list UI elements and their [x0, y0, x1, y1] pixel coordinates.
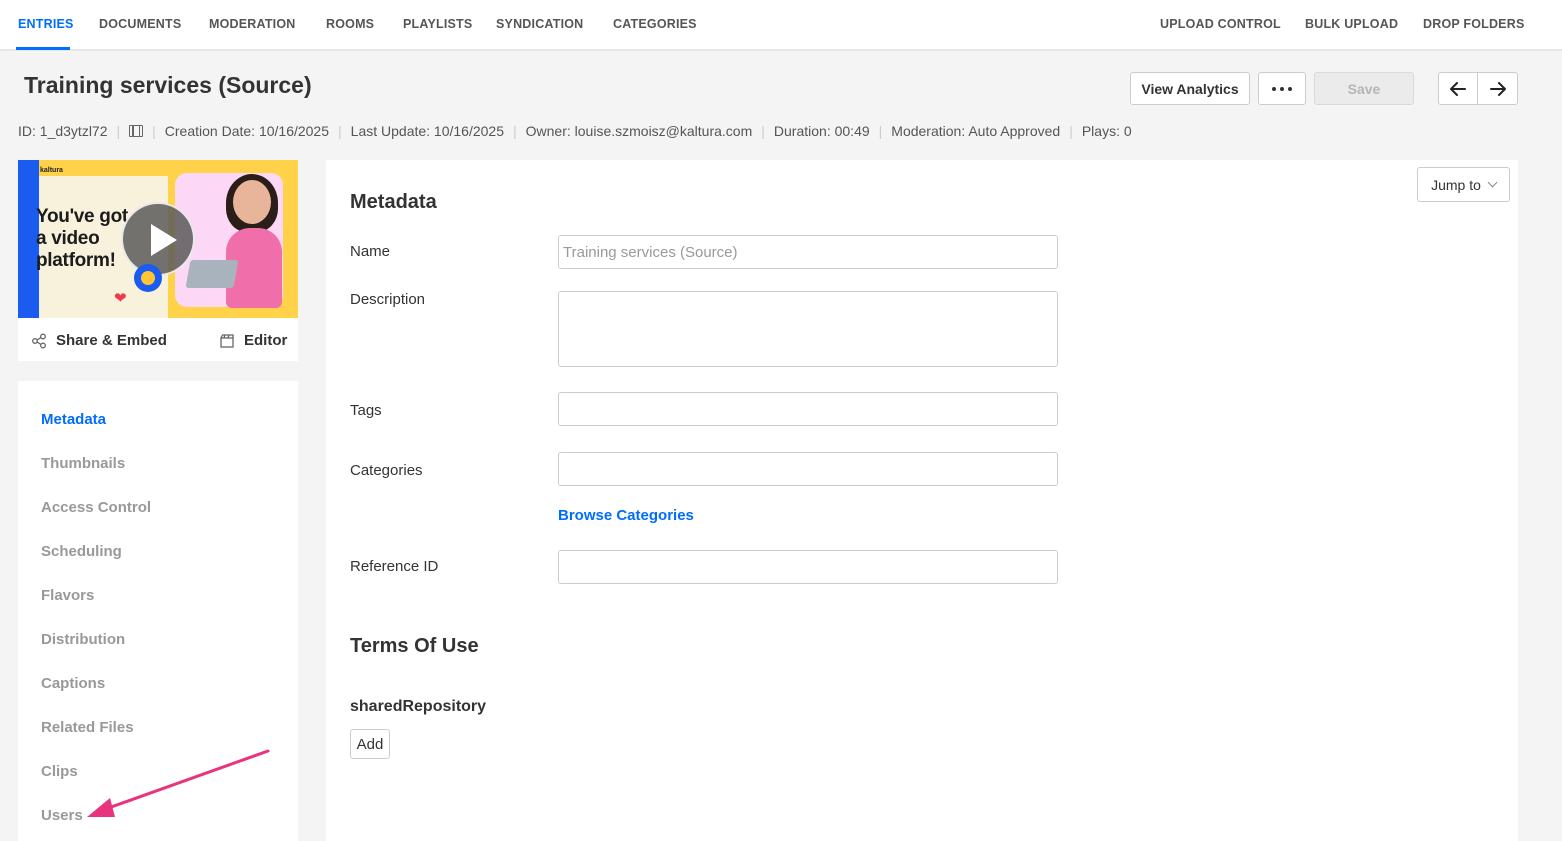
add-button[interactable]: Add	[350, 729, 390, 759]
creation-date: Creation Date: 10/16/2025	[164, 123, 330, 139]
kaltura-logo: kaltura	[40, 167, 63, 174]
jump-to-dropdown[interactable]: Jump to	[1417, 167, 1510, 202]
side-item-captions[interactable]: Captions	[41, 675, 105, 692]
arrow-left-icon	[1450, 81, 1466, 96]
nav-entries[interactable]: ENTRIES	[18, 17, 74, 31]
view-analytics-button[interactable]: View Analytics	[1130, 72, 1250, 105]
share-embed-button[interactable]: Share & Embed	[31, 332, 167, 349]
save-button[interactable]: Save	[1314, 72, 1414, 105]
more-dots-icon	[1272, 86, 1292, 91]
nav-categories[interactable]: CATEGORIES	[613, 17, 697, 31]
arrow-right-icon	[1489, 81, 1506, 96]
entry-meta-line: ID: 1_d3ytzl72 | | Creation Date: 10/16/…	[18, 123, 1132, 139]
nav-upload-control[interactable]: UPLOAD CONTROL	[1160, 17, 1281, 31]
nav-moderation[interactable]: MODERATION	[209, 17, 296, 31]
nav-drop-folders[interactable]: DROP FOLDERS	[1423, 17, 1525, 31]
video-type-icon	[129, 125, 144, 137]
side-item-related-files[interactable]: Related Files	[41, 719, 134, 736]
tags-label: Tags	[350, 402, 382, 419]
side-item-flavors[interactable]: Flavors	[41, 587, 94, 604]
side-item-distribution[interactable]: Distribution	[41, 631, 125, 648]
chevron-down-icon	[1487, 177, 1498, 188]
moderation-status: Moderation: Auto Approved	[891, 123, 1061, 139]
more-options-button[interactable]	[1258, 72, 1306, 105]
reference-id-input[interactable]	[558, 550, 1058, 584]
browse-categories-link[interactable]: Browse Categories	[558, 507, 694, 524]
terms-of-use-title: Terms Of Use	[350, 635, 479, 657]
shared-repository-label: sharedRepository	[350, 698, 487, 715]
categories-label: Categories	[350, 462, 423, 479]
side-item-clips[interactable]: Clips	[41, 763, 78, 780]
nav-documents[interactable]: DOCUMENTS	[99, 17, 181, 31]
entry-id: ID: 1_d3ytzl72	[18, 123, 108, 139]
thumbnail-headline: You've got a video platform!	[36, 206, 128, 271]
nav-active-indicator	[16, 47, 70, 50]
play-icon[interactable]	[121, 202, 195, 276]
next-entry-button[interactable]	[1477, 72, 1518, 105]
name-input[interactable]	[558, 235, 1058, 269]
clap-emoji-icon	[134, 264, 162, 292]
nav-rooms[interactable]: ROOMS	[326, 17, 374, 31]
share-icon	[32, 333, 46, 348]
owner: Owner: louise.szmoisz@kaltura.com	[525, 123, 753, 139]
editor-button[interactable]: Editor	[219, 332, 287, 349]
description-label: Description	[350, 291, 426, 308]
tags-input[interactable]	[558, 392, 1058, 426]
annotation-arrow-icon	[87, 749, 270, 817]
nav-syndication[interactable]: SYNDICATION	[496, 17, 583, 31]
thumbnail-actions: Share & Embed Editor	[18, 318, 298, 361]
reference-id-label: Reference ID	[350, 558, 439, 575]
heart-icon: ❤	[114, 290, 127, 307]
side-item-users[interactable]: Users	[41, 807, 83, 824]
last-update: Last Update: 10/16/2025	[350, 123, 504, 139]
name-label: Name	[350, 243, 391, 260]
side-item-thumbnails[interactable]: Thumbnails	[41, 455, 125, 472]
plays-count: Plays: 0	[1081, 123, 1132, 139]
description-textarea[interactable]	[558, 291, 1058, 367]
nav-playlists[interactable]: PLAYLISTS	[403, 17, 472, 31]
side-item-access-control[interactable]: Access Control	[41, 499, 151, 516]
metadata-section-title: Metadata	[350, 191, 437, 213]
previous-entry-button[interactable]	[1438, 72, 1478, 105]
top-navigation: ENTRIES DOCUMENTS MODERATION ROOMS PLAYL…	[0, 0, 1562, 51]
page-title: Training services (Source)	[24, 72, 312, 98]
entry-thumbnail[interactable]: kaltura You've got a video platform! ❤	[18, 160, 298, 318]
side-item-metadata[interactable]: Metadata	[41, 411, 106, 428]
side-item-scheduling[interactable]: Scheduling	[41, 543, 122, 560]
nav-bulk-upload[interactable]: BULK UPLOAD	[1305, 17, 1398, 31]
metadata-panel: Jump to Metadata Name Description Tags C…	[326, 160, 1518, 841]
duration: Duration: 00:49	[773, 123, 870, 139]
clapperboard-icon	[220, 333, 234, 348]
categories-input[interactable]	[558, 452, 1058, 486]
